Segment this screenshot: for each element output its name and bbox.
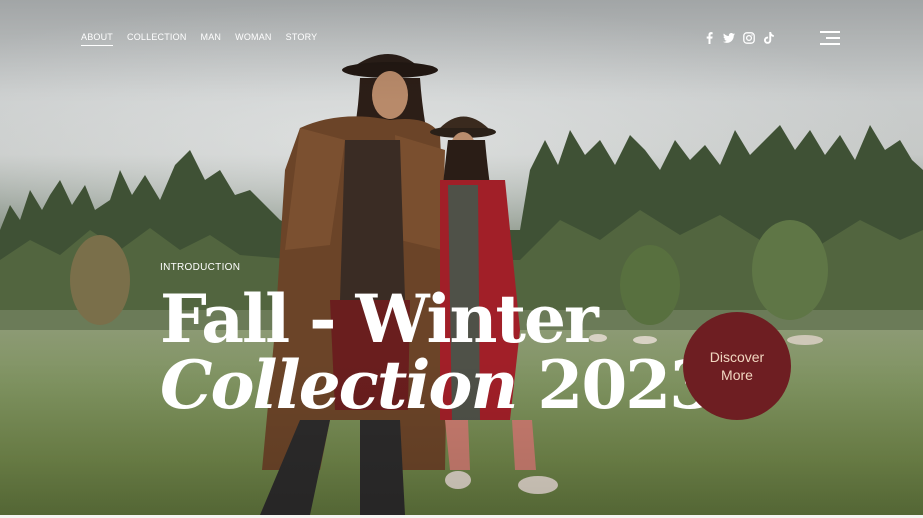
discover-more-button[interactable]: Discover More: [683, 312, 791, 420]
hamburger-menu-icon[interactable]: [820, 31, 840, 46]
hero-title-line1: Fall - Winter: [160, 280, 599, 358]
cta-label-line2: More: [721, 367, 753, 383]
nav-man[interactable]: MAN: [201, 32, 222, 46]
hero-title-line2: Collection 2023: [160, 350, 715, 420]
twitter-icon[interactable]: [723, 32, 735, 44]
overlay: [0, 0, 923, 515]
nav-collection[interactable]: COLLECTION: [127, 32, 187, 46]
nav-about[interactable]: ABOUT: [81, 32, 114, 46]
hero-section: [0, 0, 923, 515]
cta-label-line1: Discover: [709, 349, 765, 365]
instagram-icon[interactable]: [743, 32, 755, 44]
main-nav: ABOUT COLLECTION MAN WOMAN STORY: [81, 32, 317, 46]
social-links: [703, 32, 775, 44]
facebook-icon[interactable]: [703, 32, 715, 44]
hero-title-italic: Collection: [160, 346, 518, 424]
nav-story[interactable]: STORY: [286, 32, 318, 46]
tiktok-icon[interactable]: [763, 32, 775, 44]
hero-title: Fall - Winter Collection 2023: [160, 280, 715, 420]
intro-label: INTRODUCTION: [160, 262, 241, 273]
nav-woman[interactable]: WOMAN: [235, 32, 272, 46]
